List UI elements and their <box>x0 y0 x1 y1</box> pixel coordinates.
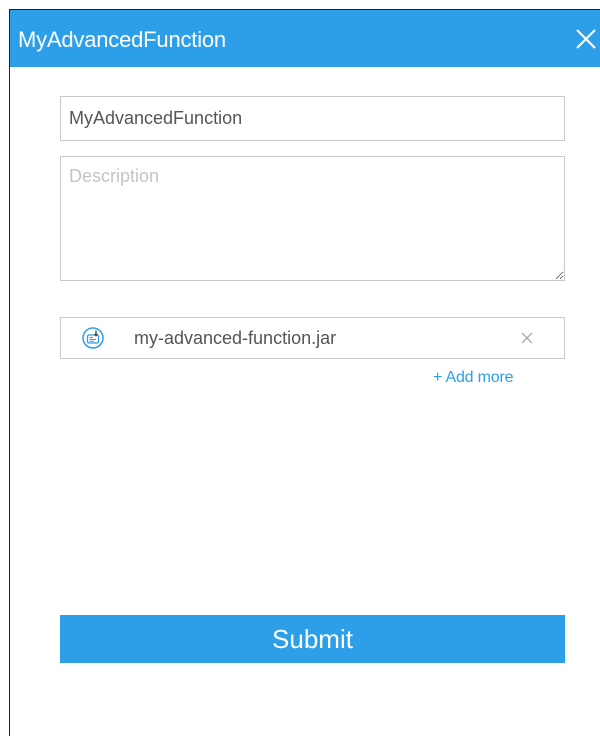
dialog-title: MyAdvancedFunction <box>18 27 226 52</box>
add-more-link[interactable]: + Add more <box>433 369 513 387</box>
function-name-input[interactable] <box>60 96 565 141</box>
function-dialog: MyAdvancedFunction my-advanced-function.… <box>9 9 600 736</box>
description-input[interactable] <box>60 156 565 281</box>
uploaded-file-item: my-advanced-function.jar <box>60 317 565 359</box>
jar-file-icon <box>81 326 105 350</box>
remove-file-icon[interactable] <box>518 329 536 347</box>
dialog-header: MyAdvancedFunction <box>10 10 600 67</box>
close-icon[interactable] <box>573 26 599 52</box>
submit-button[interactable]: Submit <box>60 615 565 663</box>
file-name: my-advanced-function.jar <box>134 328 337 348</box>
